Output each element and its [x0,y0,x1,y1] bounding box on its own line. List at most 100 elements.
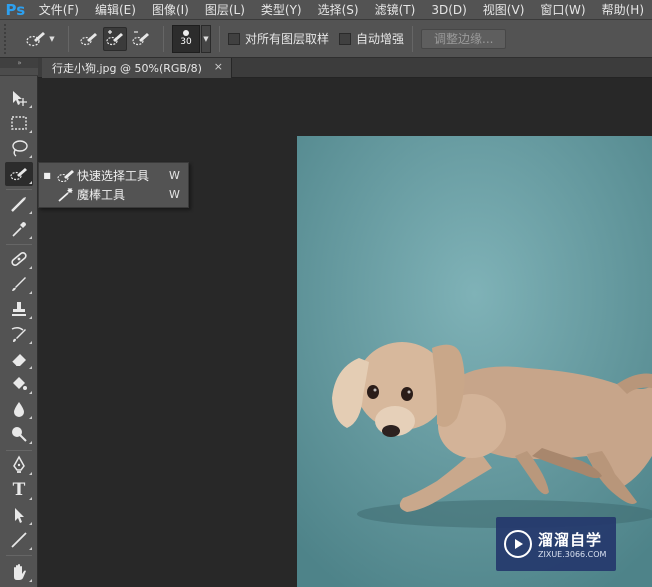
photoshop-logo: Ps [5,0,26,19]
separator [68,25,69,52]
paint-bucket-tool[interactable] [5,372,33,396]
options-bar-grip[interactable] [4,23,12,54]
brush-tool[interactable] [5,272,33,296]
brush-icon [12,277,26,291]
marquee-tool[interactable] [5,111,33,135]
toolbox-separator [6,555,32,556]
brush-size-value: 30 [180,37,192,47]
brush-add-icon [106,29,123,45]
rectangular-marquee-icon [11,116,27,130]
flyout-item-label: 魔棒工具 [77,188,126,202]
tool-preset-picker[interactable]: ▼ [20,27,60,51]
watermark-badge: 溜溜自学 ZIXUE.3066.COM [496,517,616,571]
eraser-tool[interactable] [5,347,33,371]
close-icon[interactable]: × [214,60,223,73]
line-icon [11,532,27,548]
flyout-item-magic-wand[interactable]: 魔棒工具 W [39,185,190,204]
quick-selection-icon [10,168,27,181]
menu-layer[interactable]: 图层(L) [197,0,253,20]
hand-icon [14,564,26,580]
menu-select[interactable]: 选择(S) [310,0,367,20]
type-tool[interactable]: T [5,478,33,502]
clone-stamp-tool[interactable] [5,297,33,321]
brush-dropdown-button[interactable]: ▼ [201,24,211,53]
flyout-item-quick-selection[interactable]: ■ 快速选择工具 W [39,166,190,185]
move-tool[interactable] [5,86,33,110]
menu-image[interactable]: 图像(I) [144,0,197,20]
quick-selection-icon [26,31,46,46]
menu-window[interactable]: 窗口(W) [532,0,593,20]
menu-type[interactable]: 类型(Y) [253,0,310,20]
options-bar: ▼ 30 ▼ 对所有图层取样 自动增强 调整边缘... [0,20,652,58]
crop-tool[interactable] [5,192,33,216]
path-selection-tool[interactable] [5,503,33,527]
eraser-icon [11,354,26,367]
new-selection-button[interactable] [77,27,101,51]
separator [412,25,414,52]
brush-size-picker[interactable]: 30 [172,24,200,53]
document-tab[interactable]: 行走小狗.jpg @ 50%(RGB/8) × [42,58,232,78]
add-to-selection-button[interactable] [103,26,127,51]
flyout-item-shortcut: W [169,188,180,201]
toolbox-separator [6,450,32,451]
brush-tip-icon [183,30,189,36]
toolbox-collapse-icon[interactable]: » [0,58,38,68]
tool-flyout-menu: ■ 快速选择工具 W 魔棒工具 W [38,162,189,208]
toolbox-header[interactable] [0,68,38,76]
sample-all-layers-option[interactable]: 对所有图层取样 [228,30,329,47]
toolbox-separator [6,244,32,245]
blur-tool[interactable] [5,397,33,421]
history-brush-icon [11,326,26,342]
lasso-tool[interactable] [5,136,33,160]
auto-enhance-option[interactable]: 自动增强 [339,30,404,47]
pen-tool[interactable] [5,453,33,477]
selected-bullet-icon: ■ [43,171,51,180]
path-selection-icon [15,508,24,523]
magic-wand-icon [58,187,73,202]
eyedropper-tool[interactable] [5,217,33,241]
separator [219,25,220,52]
menu-file[interactable]: 文件(F) [31,0,87,20]
dodge-tool[interactable] [5,422,33,446]
auto-enhance-label: 自动增强 [356,32,405,46]
flyout-item-shortcut: W [169,169,180,182]
sample-all-layers-checkbox[interactable] [228,32,240,45]
separator [163,25,164,52]
sample-all-layers-label: 对所有图层取样 [245,32,330,46]
canvas-area[interactable] [39,79,652,587]
dodge-icon [12,427,27,442]
quick-selection-tool[interactable] [5,162,33,186]
chevron-down-icon: ▼ [49,34,55,43]
move-icon [13,91,27,106]
pen-icon [13,455,25,473]
toolbox-separator [6,189,32,190]
menu-filter[interactable]: 滤镜(T) [367,0,424,20]
auto-enhance-checkbox[interactable] [339,32,352,45]
refine-edge-button[interactable]: 调整边缘... [421,28,507,49]
subtract-from-selection-button[interactable] [129,27,153,51]
flyout-item-label: 快速选择工具 [77,169,150,183]
watermark-title: 溜溜自学 [538,531,603,549]
document-tab-bar: 行走小狗.jpg @ 50%(RGB/8) × [38,58,652,78]
eyedropper-icon [12,222,26,237]
brush-subtract-icon [132,30,149,45]
paint-bucket-icon [13,377,27,390]
brush-new-icon [80,32,97,45]
stamp-icon [12,302,26,316]
line-tool[interactable] [5,528,33,552]
document-tab-label: 行走小狗.jpg @ 50%(RGB/8) [52,62,202,75]
menu-help[interactable]: 帮助(H) [594,0,652,20]
history-brush-tool[interactable] [5,322,33,346]
menu-edit[interactable]: 编辑(E) [87,0,144,20]
type-icon: T [12,480,26,500]
watermark-subtitle: ZIXUE.3066.COM [538,550,607,559]
menu-view[interactable]: 视图(V) [475,0,533,20]
menu-3d[interactable]: 3D(D) [423,0,474,20]
drop-icon [14,402,24,417]
bandage-icon [11,251,27,267]
lasso-icon [12,140,28,157]
crop-icon [11,197,26,212]
hand-tool[interactable] [5,560,33,584]
healing-brush-tool[interactable] [5,247,33,271]
menu-bar: Ps 文件(F) 编辑(E) 图像(I) 图层(L) 类型(Y) 选择(S) 滤… [0,0,652,20]
